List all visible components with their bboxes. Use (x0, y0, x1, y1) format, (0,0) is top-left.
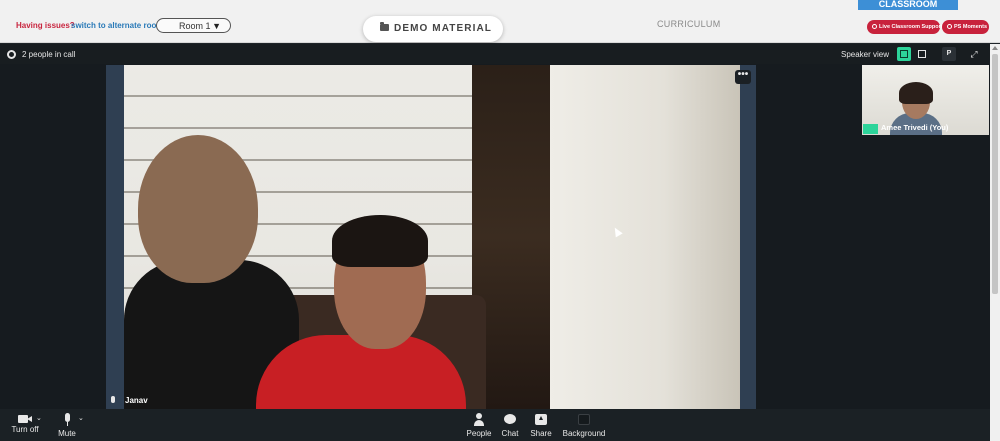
switch-alternate-room-link[interactable]: switch to alternate room (71, 21, 163, 30)
participant-figure (138, 135, 258, 283)
background-button[interactable]: Background (560, 413, 608, 438)
folder-icon (380, 22, 389, 31)
room-select-value: Room 1 (179, 21, 211, 31)
more-icon[interactable]: ••• (735, 70, 751, 84)
main-participant-name: Janav (125, 396, 148, 405)
room-select[interactable]: Room 1 ▼ (156, 18, 231, 33)
view-mode-label: Speaker view (841, 50, 890, 59)
video-background (550, 65, 740, 409)
chevron-down-icon: ▼ (212, 21, 221, 31)
having-issues-text: Having issues? (16, 21, 75, 30)
participant-figure (332, 215, 428, 267)
self-participant-name: Amee Trivedi (You) (881, 123, 949, 132)
background-icon (578, 413, 590, 427)
video-frame-edge (740, 65, 756, 409)
participant-figure (899, 82, 933, 104)
scrollbar-thumb[interactable] (992, 54, 998, 294)
demo-material-button[interactable]: DEMO MATERIAL (363, 16, 503, 42)
classroom-tab[interactable]: CLASSROOM (858, 0, 958, 10)
mic-icon (63, 413, 71, 427)
meeting-toolbar (0, 409, 990, 441)
share-label: Share (530, 429, 552, 438)
expand-icon[interactable]: ⤢ (968, 48, 980, 60)
ps-moments-label: PS Moments (954, 24, 988, 30)
share-button[interactable]: Share (528, 413, 554, 438)
live-support-button[interactable]: Live Classroom Support (867, 20, 943, 34)
live-support-label: Live Classroom Support (879, 24, 943, 30)
chevron-down-icon[interactable]: ⌄ (36, 414, 42, 422)
demo-material-label: DEMO MATERIAL (394, 23, 492, 34)
scroll-up-icon[interactable] (992, 46, 998, 50)
chevron-down-icon[interactable]: ⌄ (78, 414, 84, 422)
main-video-tile[interactable] (106, 65, 756, 409)
share-screen-icon (535, 413, 547, 427)
chat-icon (504, 413, 516, 427)
mute-label: Mute (58, 429, 76, 438)
camera-icon (947, 24, 952, 29)
ps-moments-button[interactable]: PS Moments (942, 20, 989, 34)
support-icon (872, 24, 877, 29)
settings-gear-icon[interactable] (7, 50, 16, 59)
people-button[interactable]: People (464, 413, 494, 438)
background-label: Background (562, 429, 606, 438)
grid-view-button[interactable] (915, 47, 929, 61)
turn-off-label: Turn off (11, 425, 39, 434)
chat-button[interactable]: Chat (498, 413, 522, 438)
speaker-view-icon (900, 50, 908, 58)
curriculum-tab[interactable]: CURRICULUM (657, 19, 721, 29)
page-scrollbar[interactable] (990, 44, 1000, 441)
speaking-indicator-icon (863, 124, 878, 134)
self-participant-tag: Amee Trivedi (You) (862, 121, 989, 135)
grid-view-icon (918, 50, 926, 58)
camera-icon (18, 413, 32, 423)
participant-figure (256, 335, 466, 409)
people-icon (473, 413, 485, 427)
people-count: 2 people in call (22, 50, 76, 59)
people-label: People (466, 429, 492, 438)
speaker-view-button[interactable] (897, 47, 911, 61)
p-button[interactable]: P (942, 47, 956, 61)
chat-label: Chat (501, 429, 519, 438)
mute-button[interactable]: Mute (54, 413, 80, 438)
mic-icon (111, 396, 115, 403)
